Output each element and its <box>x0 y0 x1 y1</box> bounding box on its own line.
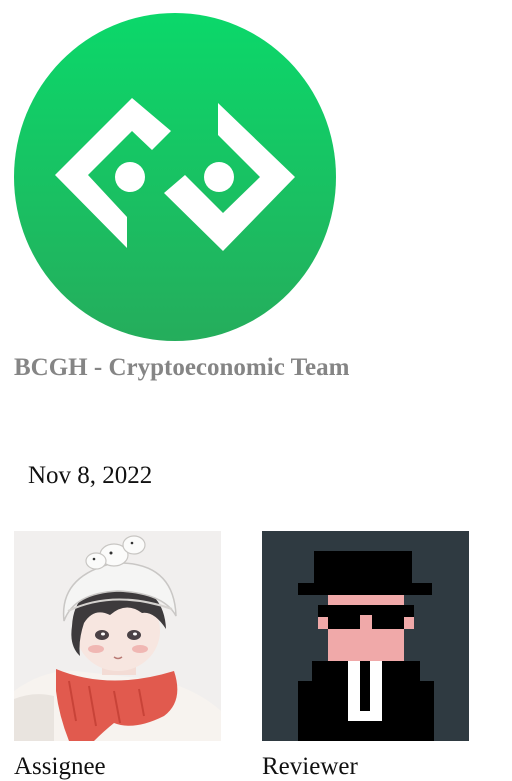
team-logo[interactable] <box>14 13 336 341</box>
team-name-link[interactable]: BCGH - Cryptoeconomic Team <box>14 354 349 382</box>
date-text: Nov 8, 2022 <box>28 462 153 489</box>
assignee-label: Assignee <box>14 753 106 780</box>
assignee-avatar[interactable] <box>14 531 221 741</box>
reviewer-avatar-image <box>262 531 469 741</box>
assignee-avatar-image <box>14 531 221 741</box>
reviewer-label: Reviewer <box>262 753 358 780</box>
reviewer-card: Reviewer <box>262 531 469 781</box>
bcgh-logo-icon <box>14 13 336 341</box>
reviewer-avatar[interactable] <box>262 531 469 741</box>
assignee-card: Assignee <box>14 531 221 781</box>
